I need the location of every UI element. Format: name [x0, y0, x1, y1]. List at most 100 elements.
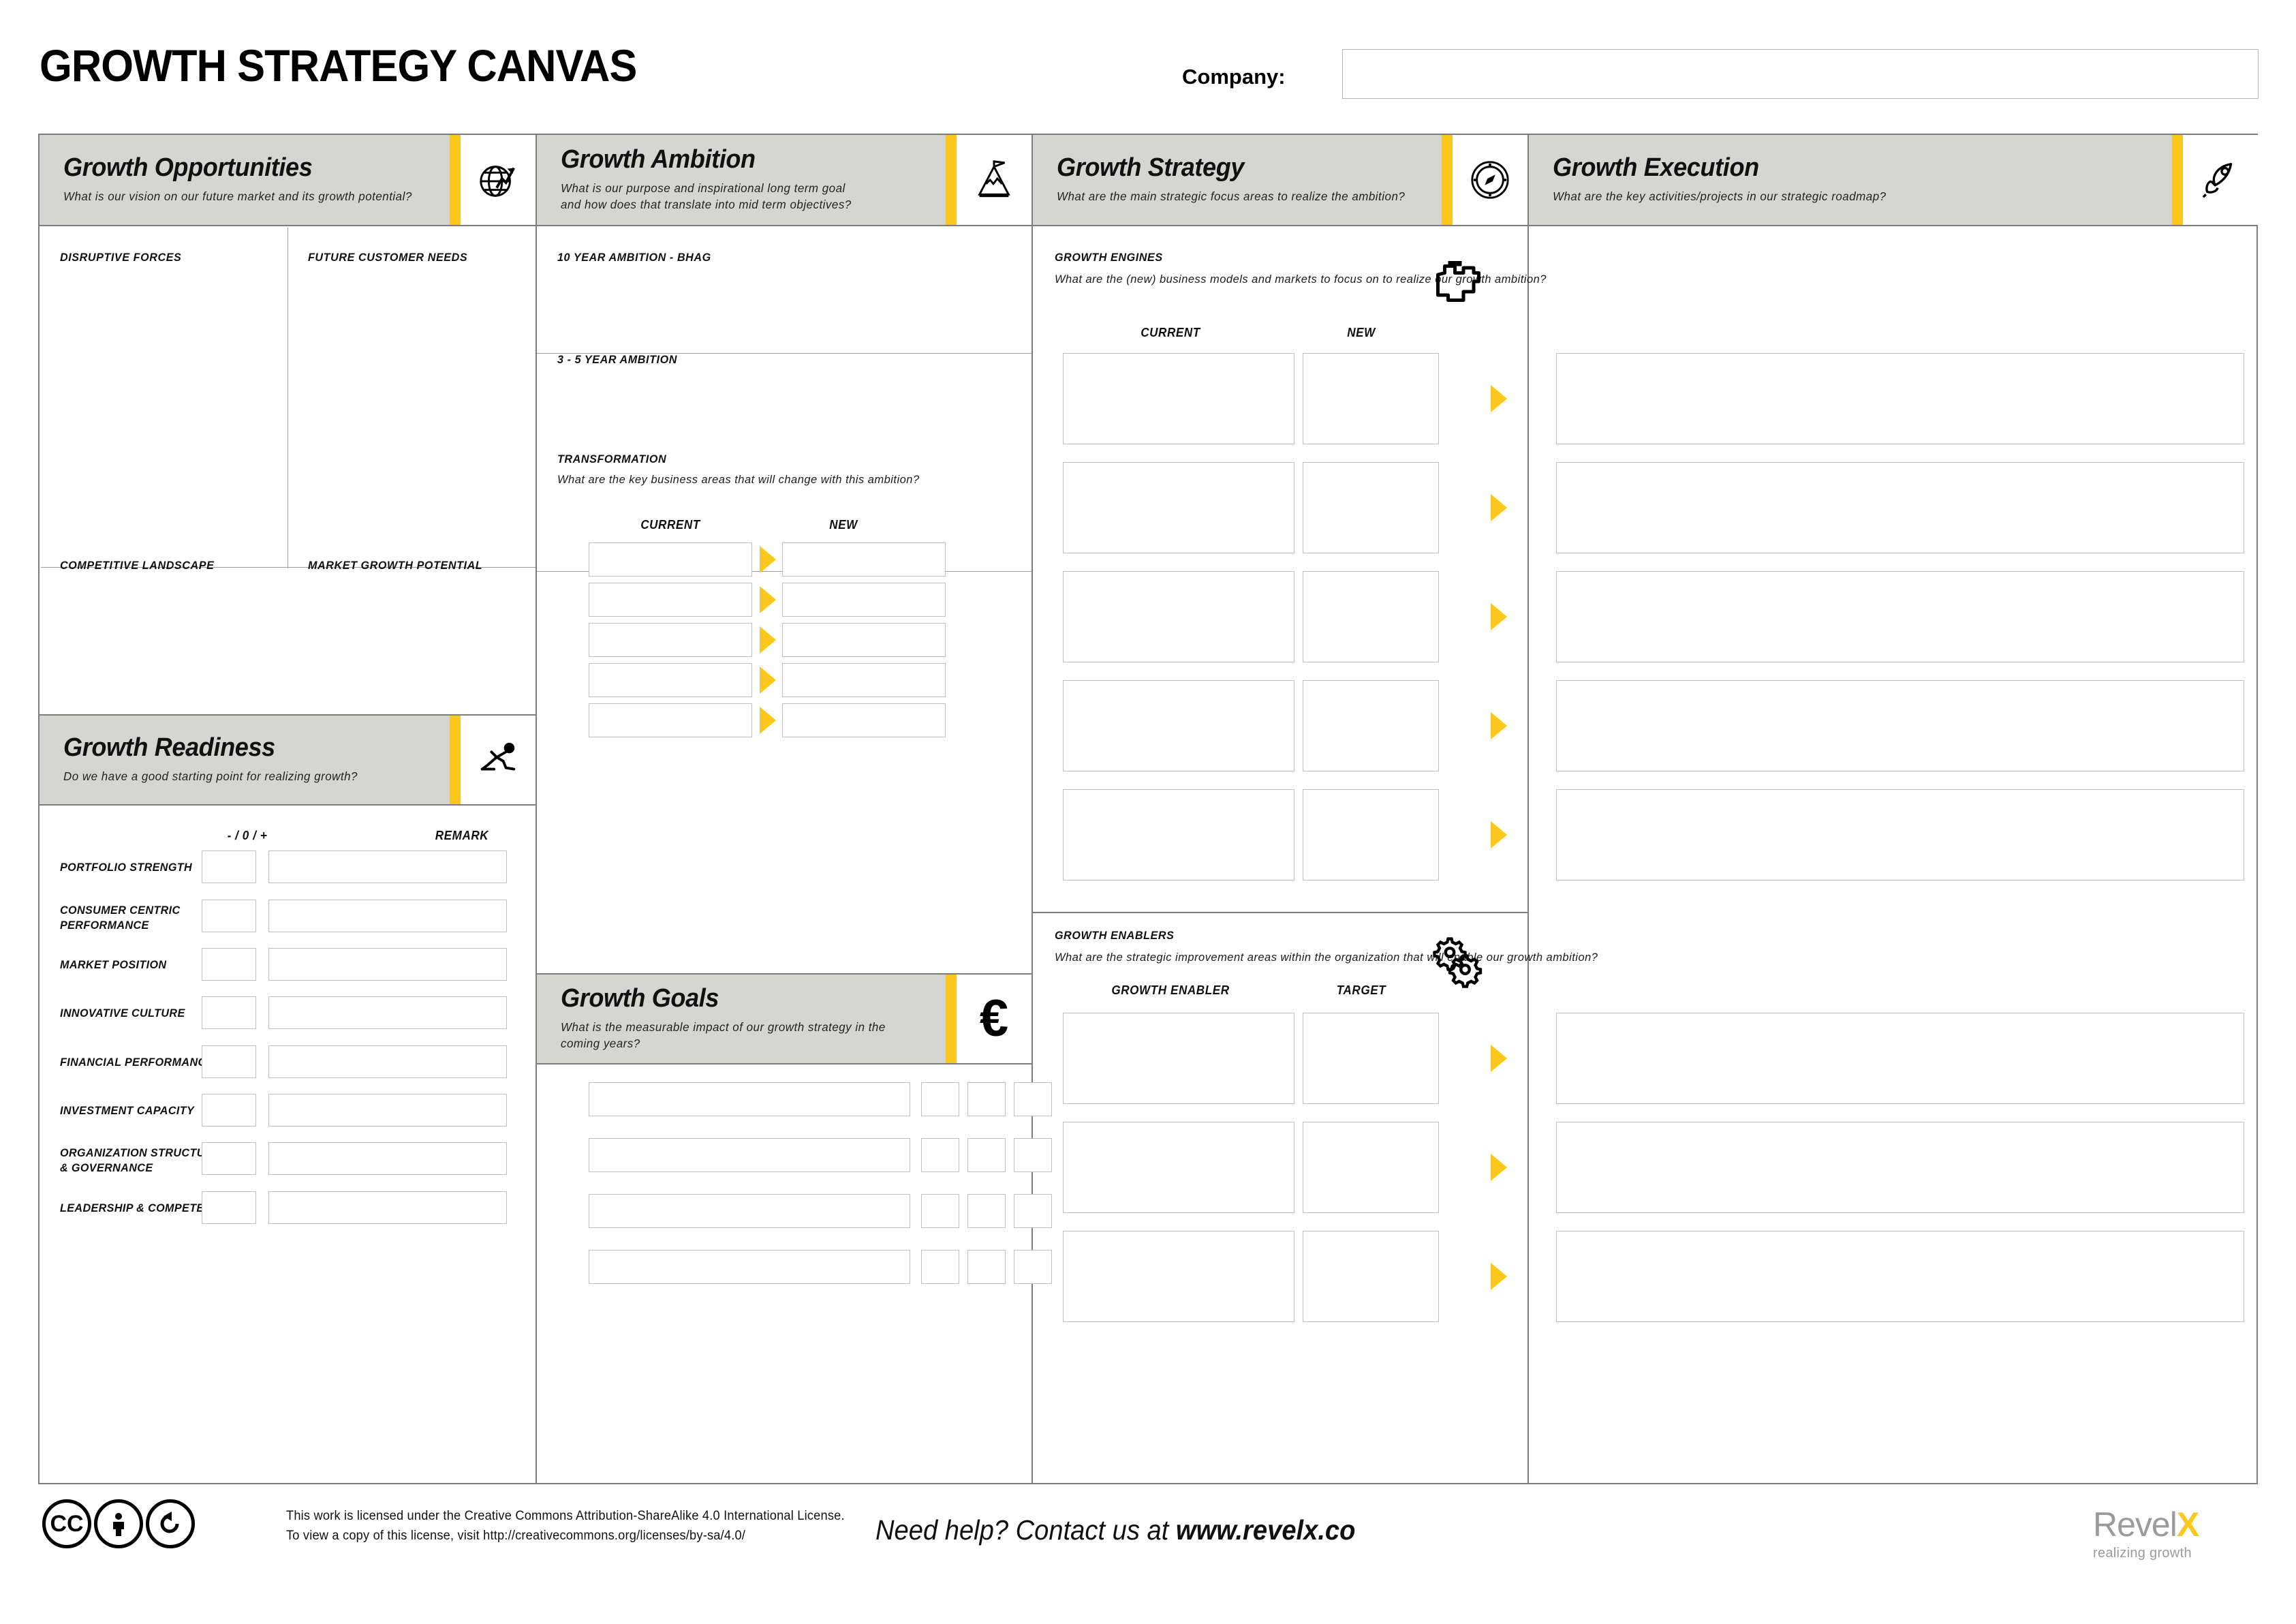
goal-value-input-1-1[interactable] [967, 1138, 1006, 1172]
creative-commons-icons: CC [42, 1499, 198, 1548]
goal-value-input-3-0[interactable] [921, 1250, 959, 1284]
engine-current-input-0[interactable] [1063, 353, 1294, 444]
readiness-score-input-1[interactable] [202, 900, 256, 932]
readiness-row-label-0: PORTFOLIO STRENGTH [60, 861, 193, 874]
transformation-current-input-4[interactable] [589, 703, 752, 737]
contact-url[interactable]: www.revelx.co [1176, 1514, 1356, 1546]
enabler-input-1[interactable] [1063, 1122, 1294, 1213]
enabler-arrow-2 [1491, 1263, 1507, 1290]
growth-execution-question: What are the key activities/projects in … [1553, 189, 1887, 204]
engine-arrow-0 [1491, 385, 1507, 412]
execution-enabler-activity-input-0[interactable] [1556, 1013, 2244, 1104]
readiness-score-input-7[interactable] [202, 1191, 256, 1224]
canvas-frame: Growth Opportunities What is our vision … [38, 134, 2258, 1484]
engine-new-input-2[interactable] [1303, 571, 1439, 662]
readiness-remark-input-3[interactable] [268, 996, 507, 1029]
readiness-remark-input-4[interactable] [268, 1045, 507, 1078]
enabler-input-0[interactable] [1063, 1013, 1294, 1104]
readiness-score-input-6[interactable] [202, 1142, 256, 1175]
enabler-target-input-0[interactable] [1303, 1013, 1439, 1104]
engine-new-input-1[interactable] [1303, 462, 1439, 553]
goal-value-input-0-0[interactable] [921, 1082, 959, 1116]
growth-readiness-title: Growth Readiness [63, 733, 275, 763]
transformation-current-input-2[interactable] [589, 623, 752, 657]
engine-arrow-4 [1491, 821, 1507, 848]
enabler-input-2[interactable] [1063, 1231, 1294, 1322]
goal-value-input-3-1[interactable] [967, 1250, 1006, 1284]
accent-bar [946, 135, 957, 225]
growth-strategy-canvas-page: GROWTH STRATEGY CANVAS Company: Growth O… [0, 0, 2296, 1624]
goal-value-input-2-1[interactable] [967, 1194, 1006, 1228]
execution-enabler-activity-input-2[interactable] [1556, 1231, 2244, 1322]
engine-new-input-0[interactable] [1303, 353, 1439, 444]
goal-value-input-2-0[interactable] [921, 1194, 959, 1228]
by-person-icon [94, 1499, 143, 1548]
transformation-new-input-4[interactable] [782, 703, 946, 737]
readiness-score-input-5[interactable] [202, 1094, 256, 1127]
readiness-row-label-1: CONSUMER CENTRIC PERFORMANCE [60, 904, 181, 932]
execution-activity-input-2[interactable] [1556, 571, 2244, 662]
goal-description-input-0[interactable] [589, 1082, 910, 1116]
engine-new-input-3[interactable] [1303, 680, 1439, 771]
engine-current-input-2[interactable] [1063, 571, 1294, 662]
transformation-new-input-1[interactable] [782, 583, 946, 617]
goal-value-input-0-1[interactable] [967, 1082, 1006, 1116]
engine-current-input-3[interactable] [1063, 680, 1294, 771]
enablers-col-target: TARGET [1336, 983, 1386, 997]
goal-description-input-3[interactable] [589, 1250, 910, 1284]
readiness-remark-input-7[interactable] [268, 1191, 507, 1224]
enabler-target-input-1[interactable] [1303, 1122, 1439, 1213]
readiness-score-input-2[interactable] [202, 948, 256, 981]
goal-description-input-1[interactable] [589, 1138, 910, 1172]
enabler-target-input-2[interactable] [1303, 1231, 1439, 1322]
execution-enabler-activity-input-1[interactable] [1556, 1122, 2244, 1213]
readiness-remark-input-6[interactable] [268, 1142, 507, 1175]
transformation-current-input-0[interactable] [589, 542, 752, 577]
goal-value-input-3-2[interactable] [1014, 1250, 1052, 1284]
engines-col-current: CURRENT [1141, 326, 1200, 339]
growth-strategy-question: What are the main strategic focus areas … [1057, 189, 1406, 204]
readiness-score-input-0[interactable] [202, 851, 256, 883]
accent-bar [946, 975, 957, 1063]
transformation-current-input-3[interactable] [589, 663, 752, 697]
readiness-remark-input-1[interactable] [268, 900, 507, 932]
rocket-icon [2183, 135, 2258, 225]
transformation-new-input-3[interactable] [782, 663, 946, 697]
transformation-new-input-2[interactable] [782, 623, 946, 657]
goal-description-input-2[interactable] [589, 1194, 910, 1228]
goal-value-input-2-2[interactable] [1014, 1194, 1052, 1228]
transformation-question: What are the key business areas that wil… [557, 473, 920, 486]
transformation-label: TRANSFORMATION [557, 453, 667, 465]
readiness-score-input-4[interactable] [202, 1045, 256, 1078]
globe-growth-icon [461, 135, 536, 225]
accent-bar [450, 135, 461, 225]
goal-value-input-1-2[interactable] [1014, 1138, 1052, 1172]
company-input[interactable] [1342, 49, 2259, 99]
euro-icon: € [957, 975, 1031, 1063]
readiness-remark-input-0[interactable] [268, 851, 507, 883]
goal-value-input-0-2[interactable] [1014, 1082, 1052, 1116]
execution-activity-input-0[interactable] [1556, 353, 2244, 444]
goal-value-input-1-0[interactable] [921, 1138, 959, 1172]
growth-goals-header: Growth Goals What is the measurable impa… [537, 973, 1031, 1064]
engine-arrow-1 [1491, 494, 1507, 521]
readiness-remark-input-5[interactable] [268, 1094, 507, 1127]
execution-activity-input-1[interactable] [1556, 462, 2244, 553]
transformation-new-input-0[interactable] [782, 542, 946, 577]
growth-readiness-header: Growth Readiness Do we have a good start… [40, 714, 536, 806]
readiness-remark-input-2[interactable] [268, 948, 507, 981]
execution-activity-input-3[interactable] [1556, 680, 2244, 771]
readiness-score-input-3[interactable] [202, 996, 256, 1029]
growth-execution-title: Growth Execution [1553, 153, 1759, 183]
engine-new-input-4[interactable] [1303, 789, 1439, 880]
transformation-col-current: CURRENT [640, 518, 700, 532]
mountain-flag-icon [957, 135, 1031, 225]
readiness-col-score: - / 0 / + [227, 829, 268, 842]
transformation-current-input-1[interactable] [589, 583, 752, 617]
divider-col3 [1527, 135, 1529, 1483]
growth-enablers-question: What are the strategic improvement areas… [1055, 951, 1598, 964]
engine-arrow-2 [1491, 603, 1507, 630]
engine-current-input-1[interactable] [1063, 462, 1294, 553]
execution-activity-input-4[interactable] [1556, 789, 2244, 880]
engine-current-input-4[interactable] [1063, 789, 1294, 880]
